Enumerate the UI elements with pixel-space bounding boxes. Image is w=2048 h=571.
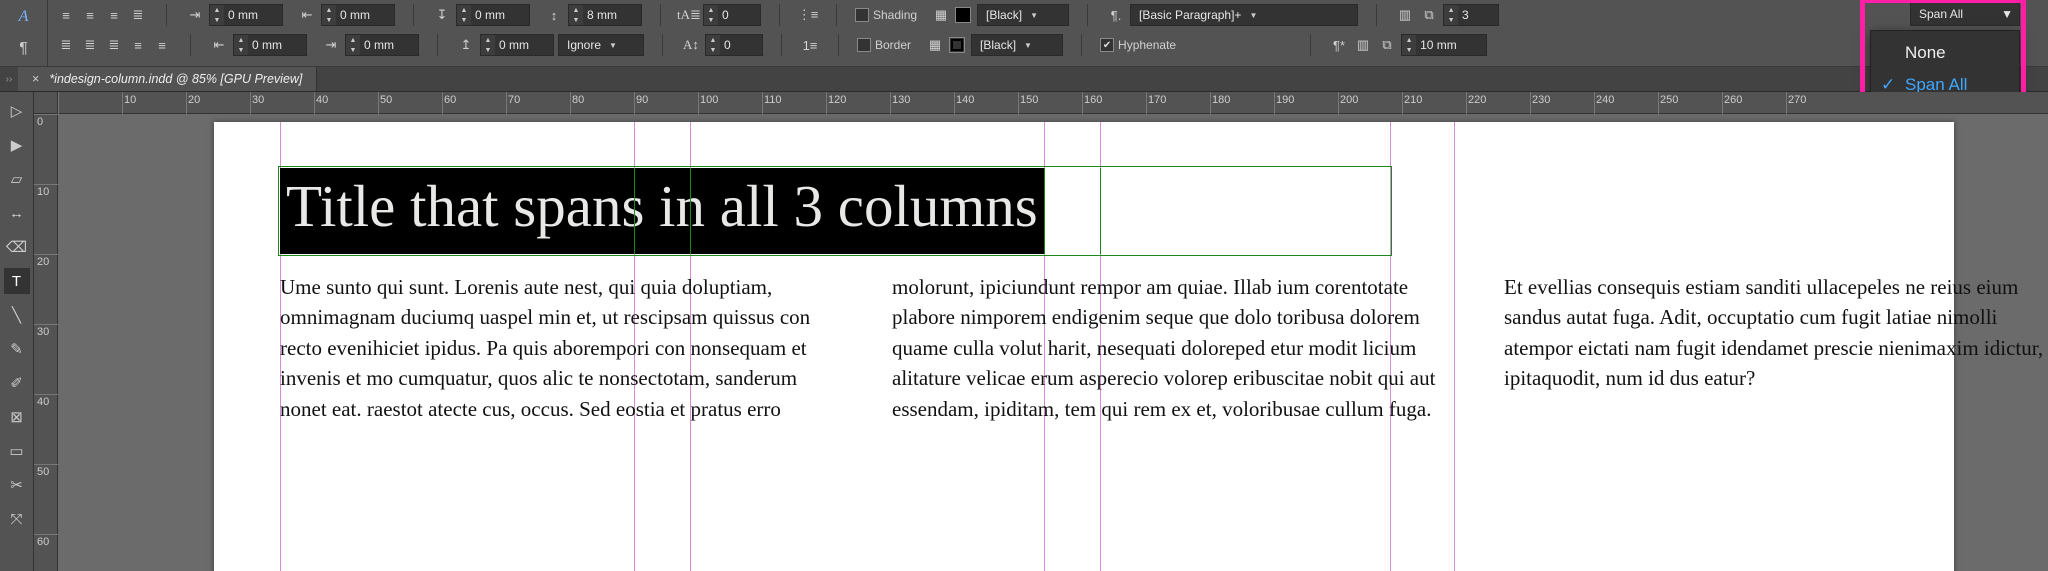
shading-fill-swatch[interactable] xyxy=(955,7,971,23)
justify-right-icon[interactable]: ≣ xyxy=(104,35,124,55)
dropcap-chars-field[interactable]: ▲▼ xyxy=(705,34,763,56)
toolbar-row-2: ≣ ≣ ≣ ≡ ≡ ⇤ ▲▼ ⇥ ▲▼ xyxy=(48,30,2048,60)
page: Title that spans in all 3 columns Ume su… xyxy=(214,122,1954,571)
columns-count-field[interactable]: ▲▼ xyxy=(1443,4,1499,26)
tools-panel: ▷ ▶ ▱ ↔ ⌫ T ╲ ✎ ✐ ⊠ ▭ ✂ ⤧ xyxy=(0,92,34,571)
line-tool-icon[interactable]: ╲ xyxy=(4,302,30,328)
page-tool-icon[interactable]: ▱ xyxy=(4,166,30,192)
indent-first-icon: ⇤ xyxy=(297,5,317,25)
vertical-ruler[interactable]: 0102030405060 xyxy=(34,114,58,571)
bullets-icon[interactable]: ⋮≡ xyxy=(798,5,818,25)
space-after-field[interactable]: ▲▼ xyxy=(480,34,554,56)
align-spine-icon[interactable]: ≡ xyxy=(128,35,148,55)
space-between-field[interactable]: ▲▼ xyxy=(568,4,642,26)
shading-checkbox[interactable] xyxy=(855,8,869,22)
horizontal-ruler[interactable]: 1020304050607080901001101201301401501601… xyxy=(58,92,2048,114)
indent-last-field[interactable]: ▲▼ xyxy=(345,34,419,56)
title-text-frame[interactable]: Title that spans in all 3 columns xyxy=(280,168,1390,254)
close-tab-icon[interactable]: × xyxy=(32,72,39,86)
type-tool-icon[interactable]: T xyxy=(4,268,30,294)
space-between-mode-select[interactable]: Ignore▼ xyxy=(558,34,644,56)
gap-tool-icon[interactable]: ↔ xyxy=(4,200,30,226)
indent-right-field[interactable]: ▲▼ xyxy=(233,34,307,56)
align-away-spine-icon[interactable]: ≡ xyxy=(152,35,172,55)
space-before-icon: ↧ xyxy=(432,5,452,25)
shading-fill-select[interactable]: [Black]▼ xyxy=(977,4,1069,26)
tabbar-handle-icon[interactable]: ›› xyxy=(0,74,18,85)
document-tab-label: *indesign-column.indd @ 85% [GPU Preview… xyxy=(49,72,302,86)
workspace: ▷ ▶ ▱ ↔ ⌫ T ╲ ✎ ✐ ⊠ ▭ ✂ ⤧ 10203040506070… xyxy=(0,92,2048,571)
space-after-icon: ↥ xyxy=(456,35,476,55)
border-checkbox[interactable] xyxy=(857,38,871,52)
document-tab[interactable]: × *indesign-column.indd @ 85% [GPU Previ… xyxy=(18,67,317,91)
align-left-icon[interactable]: ≡ xyxy=(56,5,76,25)
indent-first-field[interactable]: ▲▼ xyxy=(321,4,395,26)
para-style-clear-icon[interactable]: ¶. xyxy=(1106,5,1126,25)
indent-left-icon: ⇥ xyxy=(185,5,205,25)
pencil-tool-icon[interactable]: ✐ xyxy=(4,370,30,396)
border-stroke-select[interactable]: [Black]▼ xyxy=(971,34,1063,56)
justify-left-icon[interactable]: ≣ xyxy=(128,5,148,25)
title-text[interactable]: Title that spans in all 3 columns xyxy=(280,168,1044,254)
indent-right-icon: ⇤ xyxy=(209,35,229,55)
align-center-icon[interactable]: ≡ xyxy=(80,5,100,25)
space-between-icon: ↕ xyxy=(544,5,564,25)
align-right-icon[interactable]: ≡ xyxy=(104,5,124,25)
shading-options-icon[interactable]: ▦ xyxy=(931,5,951,25)
free-transform-tool-icon[interactable]: ⤧ xyxy=(4,506,30,532)
paragraph-mode-icon[interactable]: ¶ xyxy=(13,38,35,60)
document-tabbar: ›› × *indesign-column.indd @ 85% [GPU Pr… xyxy=(0,66,2048,92)
columns-bridge2-icon[interactable]: ⧉ xyxy=(1377,35,1397,55)
toolbar-row-1: ≡ ≡ ≡ ≣ ⇥ ▲▼ ⇤ ▲▼ xyxy=(48,0,2048,30)
scissors-tool-icon[interactable]: ✂ xyxy=(4,472,30,498)
columns-2-icon[interactable]: ▥ xyxy=(1353,35,1373,55)
border-options-icon[interactable]: ▦ xyxy=(925,35,945,55)
paragraph-style-select[interactable]: [Basic Paragraph]+▼ xyxy=(1130,4,1358,26)
span-columns-select[interactable]: Span All▼ xyxy=(1910,2,2020,26)
span-option-none[interactable]: None xyxy=(1871,37,2019,69)
paragraph-control-panel: A ¶ ≡ ≡ ≡ ≣ ⇥ ▲▼ ⇤ ▲▼ xyxy=(0,0,2048,66)
columns-bridge-icon[interactable]: ⧉ xyxy=(1419,5,1439,25)
border-label: Border xyxy=(875,38,911,52)
indent-last-icon: ⇥ xyxy=(321,35,341,55)
body-text[interactable]: Ume sunto qui sunt. Lorenis aute nest, q… xyxy=(280,272,2048,424)
shading-label: Shading xyxy=(873,8,917,22)
dropcap-lines-field[interactable]: ▲▼ xyxy=(703,4,761,26)
character-mode-icon[interactable]: A xyxy=(13,6,35,28)
hyphenate-label: Hyphenate xyxy=(1118,38,1176,52)
space-before-field[interactable]: ▲▼ xyxy=(456,4,530,26)
panel-mode-column: A ¶ xyxy=(0,0,48,66)
dropcap-chars-icon: A↕ xyxy=(681,35,701,55)
columns-gap-field[interactable]: ▲▼ xyxy=(1401,34,1487,56)
rectangle-tool-icon[interactable]: ▭ xyxy=(4,438,30,464)
content-collector-icon[interactable]: ⌫ xyxy=(4,234,30,260)
rectangle-frame-tool-icon[interactable]: ⊠ xyxy=(4,404,30,430)
indent-left-field[interactable]: ▲▼ xyxy=(209,4,283,26)
justify-full-icon[interactable]: ≣ xyxy=(56,35,76,55)
justify-center-icon[interactable]: ≣ xyxy=(80,35,100,55)
para-style-override-icon[interactable]: ¶* xyxy=(1329,35,1349,55)
dropcap-lines-icon: tA≣ xyxy=(679,5,699,25)
border-stroke-swatch[interactable] xyxy=(949,37,965,53)
hyphenate-checkbox[interactable] xyxy=(1100,38,1114,52)
selection-tool-icon[interactable]: ▷ xyxy=(4,98,30,124)
span-columns-area: Span All▼ None Span All Span 2 Span 3 Sp… xyxy=(1910,2,2020,26)
direct-selection-tool-icon[interactable]: ▶ xyxy=(4,132,30,158)
columns-1-icon[interactable]: ▥ xyxy=(1395,5,1415,25)
pen-tool-icon[interactable]: ✎ xyxy=(4,336,30,362)
document-area[interactable]: 1020304050607080901001101201301401501601… xyxy=(34,92,2048,571)
body-paragraph: Ume sunto qui sunt. Lorenis aute nest, q… xyxy=(280,272,2048,424)
ruler-origin-icon[interactable] xyxy=(34,92,58,114)
numbering-icon[interactable]: 1≡ xyxy=(800,35,820,55)
